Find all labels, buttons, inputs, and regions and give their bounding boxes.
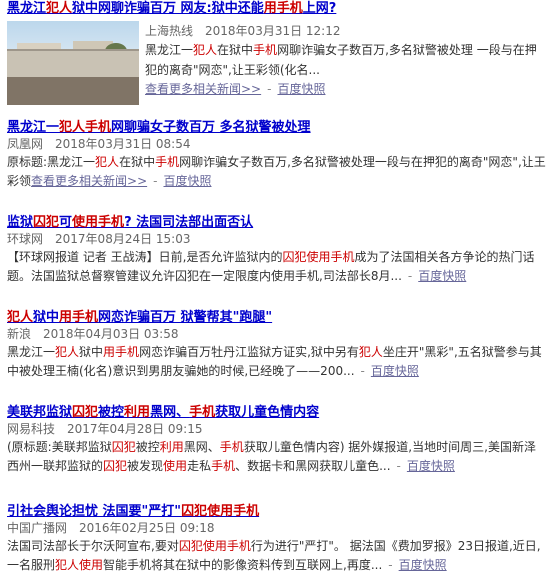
more-related-news-link[interactable]: 查看更多相关新闻>>	[145, 82, 261, 96]
result-meta: 网易科技 2017年04月28日 09:15	[7, 421, 546, 438]
search-results: 黑龙江犯人狱中网聊诈骗百万 网友:狱中还能用手机上网? 上海热线 2018年03月…	[0, 0, 546, 575]
snapshot-link[interactable]: 百度快照	[399, 558, 447, 572]
news-result: 美联邦监狱囚犯被控利用黑网、手机获取儿童色情内容 网易科技 2017年04月28日…	[7, 404, 546, 503]
news-result: 引社会舆论担忧 法国要"严打"囚犯使用手机 中国广播网 2016年02月25日 0…	[7, 503, 546, 575]
snapshot-link[interactable]: 百度快照	[407, 459, 455, 473]
result-title-link[interactable]: 监狱囚犯可使用手机? 法国司法部出面否认	[7, 214, 546, 231]
news-result: 监狱囚犯可使用手机? 法国司法部出面否认 环球网 2017年08月24日 15:0…	[7, 214, 546, 309]
result-source: 网易科技	[7, 422, 56, 436]
result-time: 2017年08月24日 15:03	[55, 232, 191, 246]
result-meta: 新浪 2018年04月03日 03:58	[7, 326, 546, 343]
result-time: 2017年04月28日 09:15	[67, 422, 203, 436]
snapshot-link[interactable]: 百度快照	[163, 174, 211, 188]
result-title-link[interactable]: 犯人狱中用手机网恋诈骗百万 狱警帮其"跑腿"	[7, 309, 546, 326]
result-abstract: 原标题:黑龙江一犯人在狱中手机网聊诈骗女子数百万,多名狱警被处理一段与在押犯的离…	[7, 155, 546, 188]
result-abstract: 黑龙江一犯人狱中用手机网恋诈骗百万牡丹江监狱方证实,狱中另有犯人坐庄开"黑彩",…	[7, 345, 542, 378]
result-title-link[interactable]: 美联邦监狱囚犯被控利用黑网、手机获取儿童色情内容	[7, 404, 546, 421]
result-source: 新浪	[7, 327, 32, 341]
snapshot-link[interactable]: 百度快照	[277, 82, 325, 96]
result-meta: 环球网 2017年08月24日 15:03	[7, 231, 546, 248]
snapshot-link[interactable]: 百度快照	[418, 269, 466, 283]
result-time: 2016年02月25日 09:18	[79, 521, 215, 535]
result-abstract: 黑龙江一犯人在狱中手机网聊诈骗女子数百万,多名狱警被处理 一段与在押犯的离奇"网…	[145, 43, 537, 77]
result-source: 上海热线	[145, 24, 194, 38]
result-time: 2018年03月31日 12:12	[205, 24, 341, 38]
result-source: 凤凰网	[7, 137, 44, 151]
news-result: 黑龙江一犯人手机网聊骗女子数百万 多名狱警被处理 凤凰网 2018年03月31日 …	[7, 119, 546, 214]
result-source: 中国广播网	[7, 521, 68, 535]
result-title-link[interactable]: 黑龙江犯人狱中网聊诈骗百万 网友:狱中还能用手机上网?	[7, 0, 546, 17]
result-time: 2018年04月03日 03:58	[43, 327, 179, 341]
news-result: 黑龙江犯人狱中网聊诈骗百万 网友:狱中还能用手机上网? 上海热线 2018年03月…	[7, 0, 546, 119]
result-abstract: 法国司法部长于尔沃阿宣布,要对囚犯使用手机行为进行"严打"。 据法国《费加罗报》…	[7, 539, 541, 572]
result-source: 环球网	[7, 232, 44, 246]
result-title-link[interactable]: 引社会舆论担忧 法国要"严打"囚犯使用手机	[7, 503, 546, 520]
result-meta: 上海热线 2018年03月31日 12:12	[145, 23, 546, 40]
result-abstract: (原标题:美联邦监狱囚犯被控利用黑网、手机获取儿童色情内容) 据外媒报道,当地时…	[7, 440, 536, 473]
result-thumbnail[interactable]	[7, 21, 139, 105]
result-meta: 中国广播网 2016年02月25日 09:18	[7, 520, 546, 537]
result-time: 2018年03月31日 08:54	[55, 137, 191, 151]
result-title-link[interactable]: 黑龙江一犯人手机网聊骗女子数百万 多名狱警被处理	[7, 119, 546, 136]
snapshot-link[interactable]: 百度快照	[371, 364, 419, 378]
more-related-news-link[interactable]: 查看更多相关新闻>>	[31, 174, 147, 188]
news-result: 犯人狱中用手机网恋诈骗百万 狱警帮其"跑腿" 新浪 2018年04月03日 03:…	[7, 309, 546, 404]
result-meta: 凤凰网 2018年03月31日 08:54	[7, 136, 546, 153]
result-abstract: 【环球网报道 记者 王战涛】日前,是否允许监狱内的囚犯使用手机成为了法国相关各方…	[7, 250, 535, 283]
